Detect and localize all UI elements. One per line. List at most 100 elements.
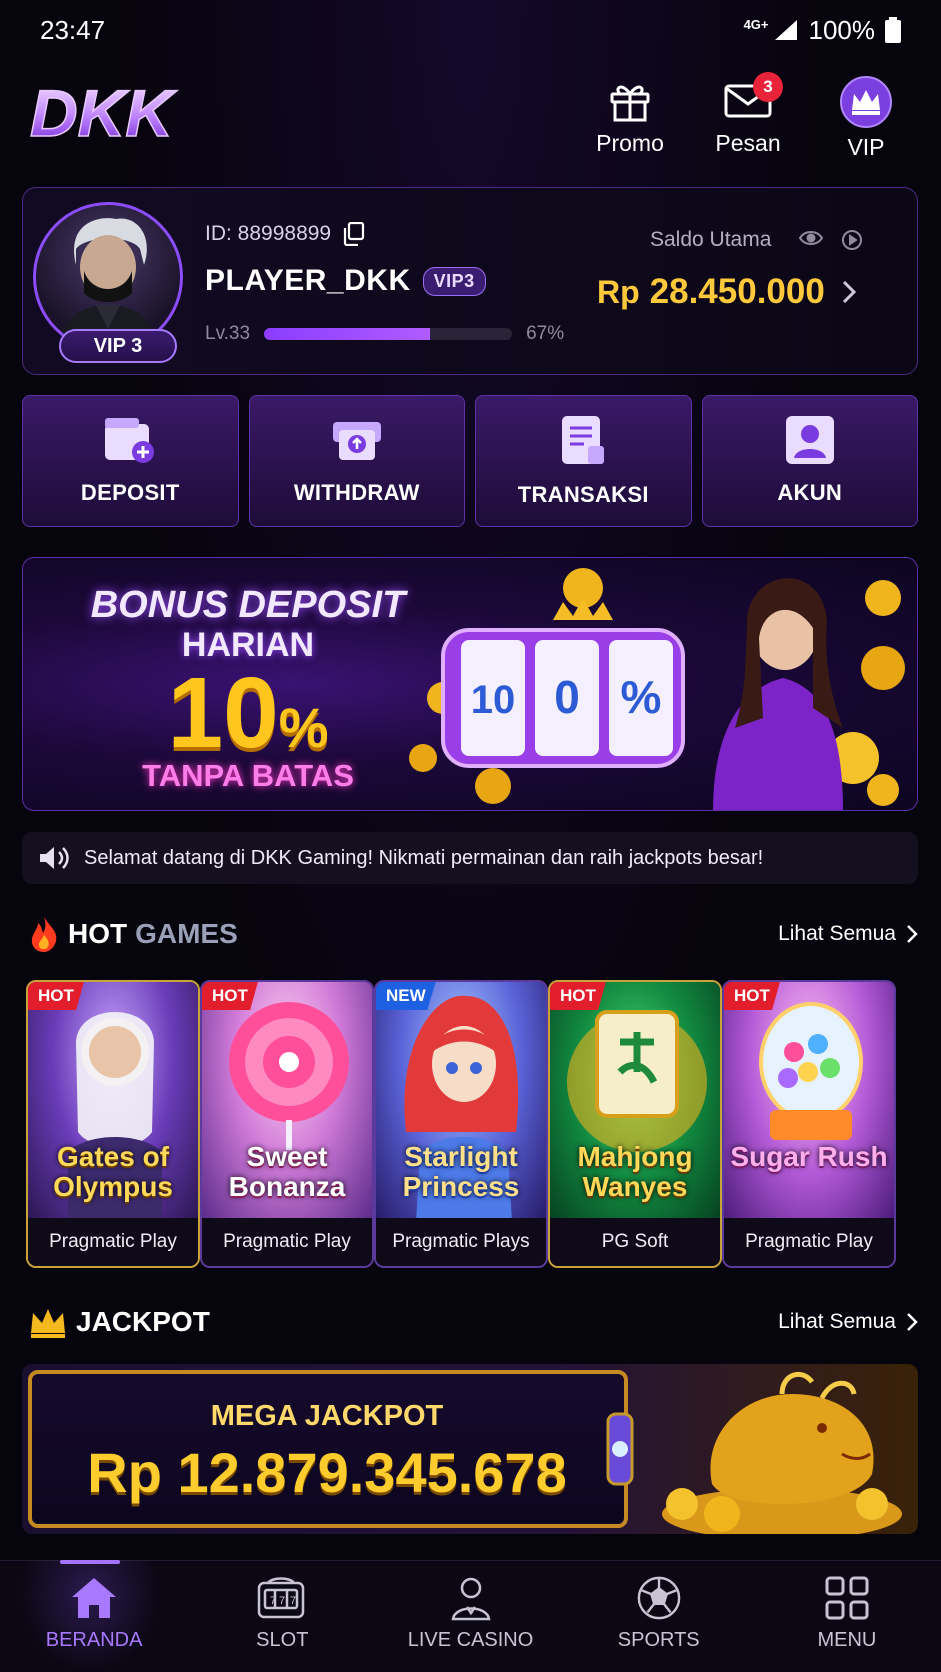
- deposit-button[interactable]: DEPOSIT: [22, 395, 239, 527]
- dealer-icon: [451, 1577, 490, 1621]
- game-provider: Pragmatic Play: [724, 1218, 894, 1266]
- vip-nav[interactable]: VIP: [811, 76, 921, 161]
- akun-label: AKUN: [777, 480, 843, 505]
- game-tag: HOT: [724, 982, 780, 1010]
- game-provider: Pragmatic Plays: [376, 1218, 546, 1266]
- transaksi-button[interactable]: TRANSAKSI: [475, 395, 692, 527]
- nav-menu[interactable]: MENU: [753, 1561, 941, 1672]
- game-card[interactable]: HOT Sweet Bonanza Pragmatic Play: [200, 980, 374, 1268]
- game-tag: HOT: [202, 982, 258, 1010]
- receipt-icon: [562, 416, 605, 464]
- level-progress-fill: [264, 328, 431, 340]
- quick-actions: DEPOSIT WITHDRAW TRANSAKSI AKUN: [22, 395, 918, 527]
- status-icons: 4G+ 100%: [744, 15, 901, 46]
- promo-banner[interactable]: BONUS DEPOSIT HARIAN 10% TANPA BATAS 10 …: [22, 557, 918, 811]
- svg-text:0: 0: [554, 671, 580, 723]
- grid-icon: [825, 1576, 869, 1620]
- soccer-ball-icon: [637, 1576, 681, 1620]
- game-card[interactable]: HOT Gates of Olympus Pragmatic Play: [26, 980, 200, 1268]
- top-header: DKK Promo 3 Pesan VIP: [0, 72, 941, 172]
- hot-games-carousel[interactable]: HOT Gates of Olympus Pragmatic Play HOT …: [26, 980, 941, 1268]
- announcement-marquee[interactable]: Selamat datang di DKK Gaming! Nikmati pe…: [22, 832, 918, 884]
- game-title: Sweet Bonanza: [228, 1141, 346, 1202]
- nav-beranda-label: BERANDA: [45, 1629, 143, 1651]
- vip-label: VIP: [847, 134, 885, 160]
- withdraw-label: WITHDRAW: [293, 480, 420, 505]
- hot-games-title-b: GAMES: [135, 918, 238, 949]
- game-art: [724, 982, 894, 1222]
- balance-label: Saldo Utama: [650, 228, 772, 251]
- copy-icon[interactable]: [343, 222, 365, 246]
- dkk-logo[interactable]: DKK: [26, 75, 226, 153]
- player-name: PLAYER_DKK: [205, 264, 411, 297]
- player-id-text: ID: 88998899: [205, 222, 332, 245]
- mega-jackpot-panel[interactable]: MEGA JACKPOT Rp 12.879.345.678: [22, 1364, 918, 1534]
- home-icon: [72, 1578, 117, 1618]
- game-tag: HOT: [28, 982, 84, 1010]
- player-name-row: PLAYER_DKK VIP3: [205, 264, 486, 298]
- hot-games-see-all-label: Lihat Semua: [778, 922, 896, 945]
- refresh-icon[interactable]: [841, 229, 863, 251]
- pesan-nav[interactable]: 3 Pesan: [693, 72, 803, 157]
- svg-text:7: 7: [290, 1595, 296, 1607]
- nav-live-casino-label: LIVE CASINO: [407, 1629, 534, 1651]
- game-tag: HOT: [550, 982, 606, 1010]
- nav-live-casino[interactable]: LIVE CASINO: [376, 1561, 564, 1672]
- transaksi-label: TRANSAKSI: [517, 482, 649, 507]
- balance-row[interactable]: Rp 28.450.000: [597, 272, 857, 312]
- akun-button[interactable]: AKUN: [701, 395, 918, 527]
- slot-machine-icon: 777: [258, 1577, 305, 1619]
- jackpot-see-all[interactable]: Lihat Semua: [778, 1310, 918, 1334]
- hot-games-see-all[interactable]: Lihat Semua: [778, 922, 918, 946]
- level-progress-bar: [264, 328, 513, 340]
- avatar-image: [56, 218, 160, 349]
- nav-menu-label: MENU: [817, 1629, 877, 1651]
- nav-sports[interactable]: SPORTS: [565, 1561, 753, 1672]
- hot-games-header: HOT GAMES Lihat Semua: [28, 914, 918, 954]
- balance-label-row: Saldo Utama: [650, 228, 863, 252]
- nav-slot[interactable]: 777 SLOT: [188, 1561, 376, 1672]
- jackpot-title: JACKPOT: [28, 1305, 210, 1339]
- player-id: ID: 88998899: [205, 222, 365, 246]
- app-screen: 23:47 4G+ 100% DKK Promo 3 Pesan VIP VIP…: [0, 0, 941, 1672]
- level-progress-label: 67%: [526, 323, 565, 344]
- withdraw-button[interactable]: WITHDRAW: [248, 395, 465, 527]
- deposit-label: DEPOSIT: [80, 480, 180, 505]
- game-card[interactable]: HOT Sugar Rush Pragmatic Play: [722, 980, 896, 1268]
- crown-icon: [31, 1309, 65, 1338]
- logo-graphic: DKK: [29, 75, 178, 151]
- chevron-right-icon: [907, 925, 918, 943]
- svg-text:7: 7: [279, 1595, 285, 1607]
- balance-currency: Rp: [597, 273, 640, 310]
- jackpot-label: MEGA JACKPOT: [210, 1400, 444, 1432]
- nav-beranda[interactable]: BERANDA: [0, 1560, 188, 1672]
- game-card[interactable]: NEW Starlight Princess Pragmatic Plays: [374, 980, 548, 1268]
- game-provider: PG Soft: [550, 1218, 720, 1266]
- game-title: Starlight Princess: [402, 1141, 520, 1202]
- hot-games-title: HOT GAMES: [28, 915, 238, 953]
- game-title: Sugar Rush: [730, 1141, 888, 1172]
- status-bar: 23:47 4G+ 100%: [0, 0, 941, 60]
- game-provider: Pragmatic Play: [28, 1218, 198, 1266]
- battery-icon: [885, 17, 901, 43]
- eye-icon[interactable]: [799, 229, 824, 247]
- withdraw-icon: [332, 422, 381, 460]
- promo-nav[interactable]: Promo: [575, 76, 685, 157]
- game-tag: NEW: [376, 982, 436, 1010]
- nav-sports-label: SPORTS: [617, 1629, 700, 1651]
- status-time: 23:47: [40, 14, 106, 45]
- network-label: 4G+: [743, 16, 769, 32]
- marquee-text: Selamat datang di DKK Gaming! Nikmati pe…: [84, 846, 764, 869]
- chevron-right-icon: [842, 280, 856, 304]
- message-count-badge: 3: [753, 72, 783, 102]
- profile-card: VIP 3 ID: 88998899 PLAYER_DKK VIP3 Lv.33…: [22, 187, 918, 375]
- jackpot-header: JACKPOT Lihat Semua: [28, 1302, 918, 1342]
- speaker-icon: [40, 847, 69, 869]
- balance-value: 28.450.000: [649, 272, 825, 311]
- jackpot-see-all-label: Lihat Semua: [778, 1310, 896, 1333]
- bottom-navigation: BERANDA 777 SLOT LIVE CASINO SPORTS MENU: [0, 1560, 941, 1672]
- game-card[interactable]: HOT Mahjong Wanyes PG Soft: [548, 980, 722, 1268]
- level-row: Lv.33 67%: [205, 323, 564, 345]
- jackpot-frame: MEGA JACKPOT Rp 12.879.345.678: [28, 1370, 628, 1528]
- crown-icon: [840, 76, 892, 128]
